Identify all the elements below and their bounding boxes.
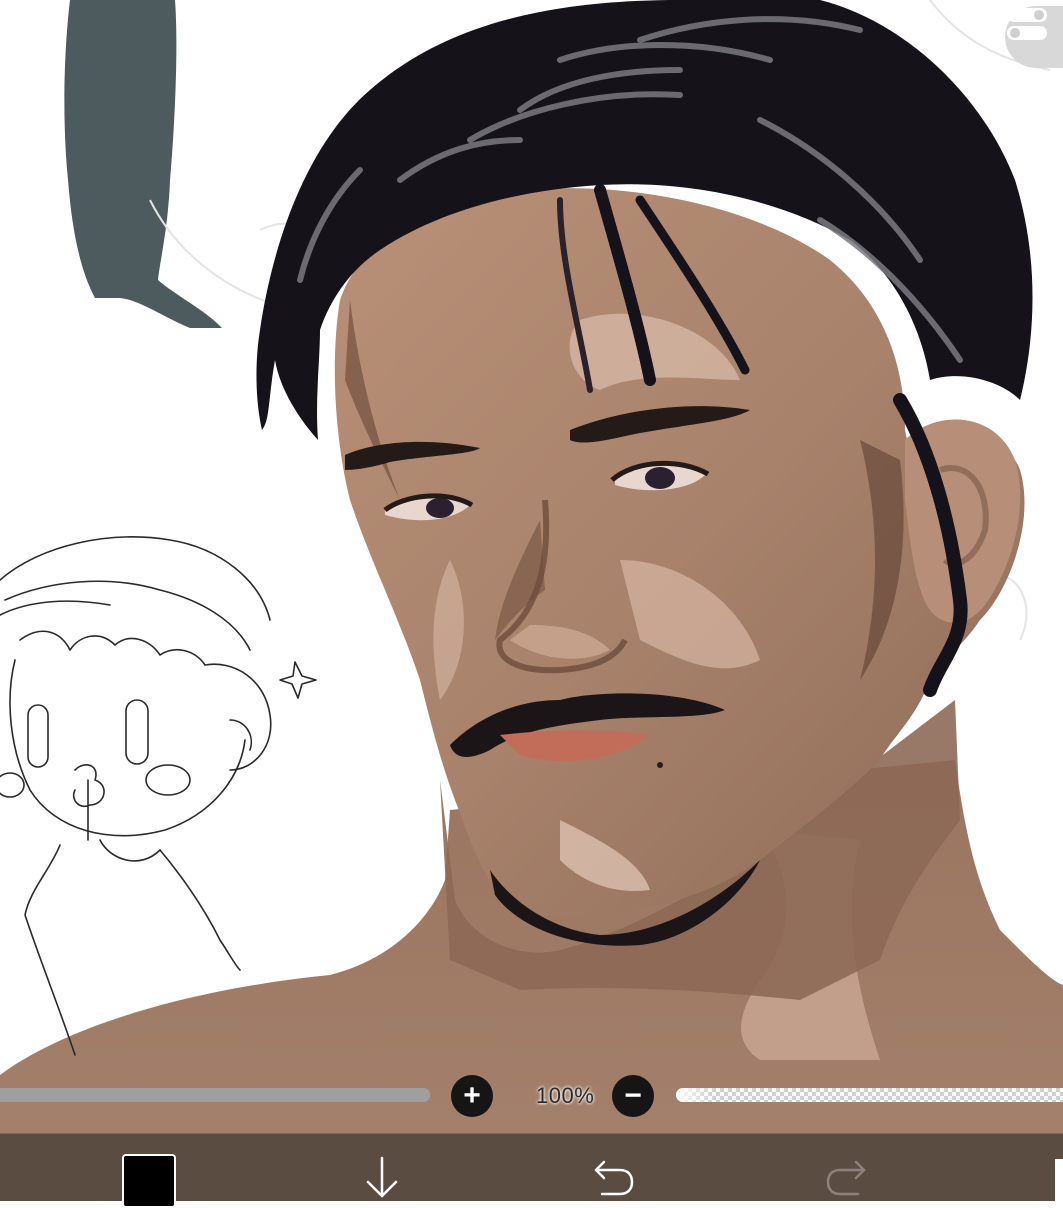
zoom-out-button[interactable]: − — [612, 1075, 654, 1117]
teal-brush-blob — [64, 0, 222, 328]
plus-icon: + — [463, 1079, 481, 1112]
opacity-fill — [676, 1088, 715, 1102]
opacity-slider[interactable] — [676, 1088, 1063, 1102]
brush-size-slider[interactable] — [0, 1088, 430, 1102]
toggle-switch-icon — [1007, 8, 1047, 40]
bottom-toolbar — [0, 1133, 1063, 1208]
drawing-canvas[interactable] — [0, 0, 1063, 1133]
minus-icon: − — [624, 1079, 642, 1112]
menu-icon[interactable] — [1055, 1159, 1063, 1201]
redo-icon — [826, 1160, 866, 1196]
beauty-mark — [657, 762, 663, 768]
download-arrow-icon — [366, 1156, 398, 1198]
artwork — [0, 0, 1063, 1133]
zoom-in-button[interactable]: + — [451, 1075, 493, 1117]
undo-button[interactable] — [590, 1156, 638, 1200]
undo-icon — [594, 1160, 634, 1196]
zoom-level: 100% — [536, 1083, 595, 1108]
redo-button[interactable] — [822, 1156, 870, 1200]
download-button[interactable] — [358, 1156, 406, 1200]
toggle-button[interactable] — [1005, 6, 1063, 68]
chibi-sketch — [0, 536, 317, 1056]
brush-size-fill — [0, 1088, 430, 1102]
brush-controls: + 100% − — [0, 1075, 1063, 1117]
